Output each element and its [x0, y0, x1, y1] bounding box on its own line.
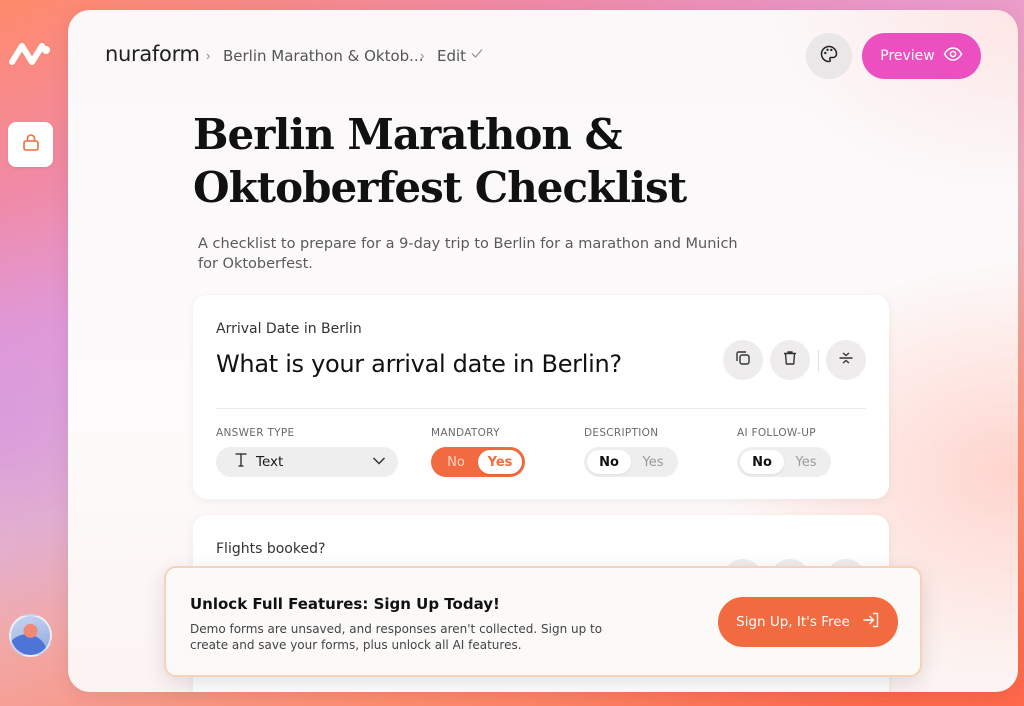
- answer-type-label: ANSWER TYPE: [216, 427, 295, 439]
- text-type-icon: [234, 452, 248, 472]
- theme-button[interactable]: [806, 33, 852, 79]
- mandatory-no-option[interactable]: No: [434, 450, 478, 474]
- breadcrumb-mode[interactable]: Edit: [437, 47, 466, 65]
- copy-icon: [734, 349, 752, 372]
- palette-icon: [819, 44, 839, 69]
- trash-icon: [781, 349, 799, 372]
- sign-in-icon: [862, 612, 880, 632]
- breadcrumb-separator: ›: [206, 48, 211, 63]
- question-label[interactable]: Arrival Date in Berlin: [216, 321, 362, 337]
- check-icon: [470, 46, 484, 65]
- lock-button[interactable]: [8, 122, 53, 167]
- breadcrumb-separator: ›: [420, 48, 425, 63]
- mandatory-yes-option[interactable]: Yes: [478, 450, 522, 474]
- ai-followup-label: AI FOLLOW-UP: [737, 427, 816, 439]
- signup-banner: Unlock Full Features: Sign Up Today! Dem…: [164, 566, 922, 677]
- page-title[interactable]: Berlin Marathon & Oktoberfest Checklist: [193, 108, 813, 214]
- preview-button[interactable]: Preview: [862, 33, 981, 79]
- description-toggle[interactable]: No Yes: [584, 447, 678, 477]
- mandatory-label: MANDATORY: [431, 427, 500, 439]
- description-no-option[interactable]: No: [587, 450, 631, 474]
- mandatory-toggle[interactable]: No Yes: [431, 447, 525, 477]
- answer-type-select[interactable]: Text: [216, 447, 398, 477]
- ai-followup-toggle[interactable]: No Yes: [737, 447, 831, 477]
- left-rail: [0, 0, 64, 706]
- question-card[interactable]: Arrival Date in Berlin What is your arri…: [193, 295, 889, 499]
- nuraform-logo-icon[interactable]: [8, 38, 54, 70]
- preview-label: Preview: [880, 48, 935, 64]
- divider: [818, 350, 819, 372]
- banner-text: Demo forms are unsaved, and responses ar…: [190, 622, 603, 652]
- banner-title: Unlock Full Features: Sign Up Today!: [190, 595, 500, 613]
- brand-name[interactable]: nuraform: [105, 42, 200, 66]
- description-label: DESCRIPTION: [584, 427, 659, 439]
- duplicate-button[interactable]: [723, 340, 763, 380]
- breadcrumb-form[interactable]: Berlin Marathon & Oktob...: [223, 47, 423, 65]
- chevron-down-icon: [372, 454, 386, 470]
- lock-icon: [21, 132, 41, 157]
- ai-followup-yes-option[interactable]: Yes: [784, 450, 828, 474]
- form-description[interactable]: A checklist to prepare for a 9-day trip …: [198, 234, 758, 274]
- ai-followup-no-option[interactable]: No: [740, 450, 784, 474]
- avatar[interactable]: [9, 614, 52, 657]
- collapse-icon: [837, 349, 855, 372]
- signup-button[interactable]: Sign Up, It's Free: [718, 597, 898, 647]
- question-text[interactable]: What is your arrival date in Berlin?: [216, 350, 622, 378]
- collapse-button[interactable]: [826, 340, 866, 380]
- divider: [216, 408, 866, 409]
- delete-button[interactable]: [770, 340, 810, 380]
- signup-label: Sign Up, It's Free: [736, 614, 850, 630]
- answer-type-value: Text: [256, 454, 284, 470]
- description-yes-option[interactable]: Yes: [631, 450, 675, 474]
- question-label[interactable]: Flights booked?: [216, 541, 325, 557]
- top-bar: nuraform › Berlin Marathon & Oktob... › …: [68, 10, 1018, 100]
- eye-icon: [943, 47, 963, 65]
